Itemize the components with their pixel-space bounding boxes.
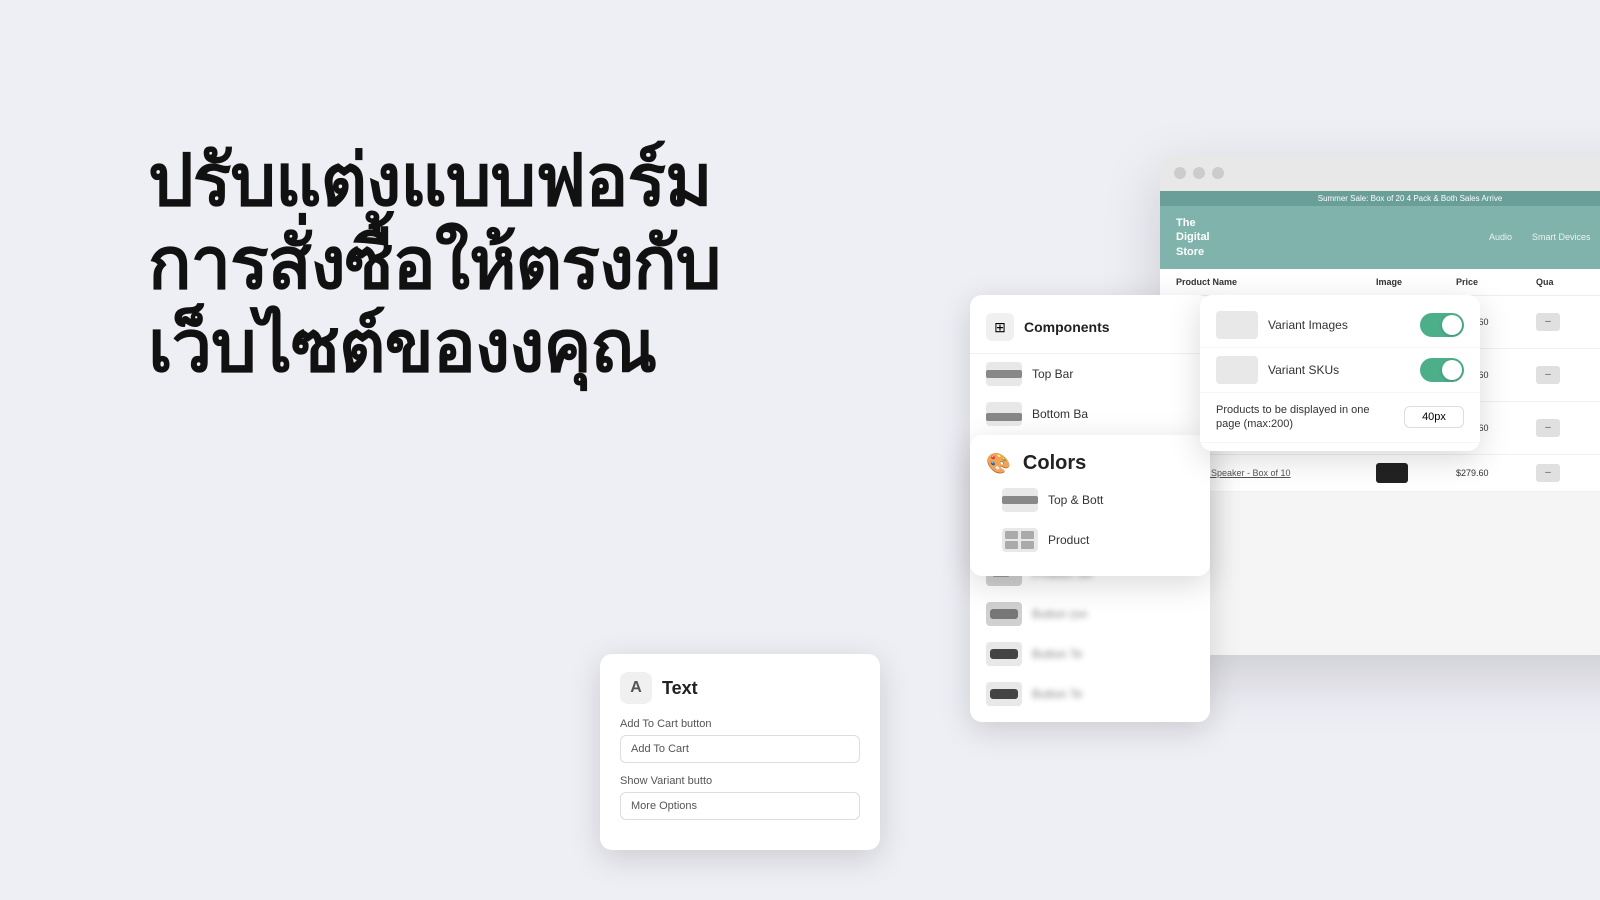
component-item-buttontext1[interactable]: Button Te: [970, 634, 1210, 674]
right-comp-label-variant-skus: Variant SKUs: [1268, 363, 1339, 377]
right-comp-variant-skus-left: Variant SKUs: [1216, 356, 1339, 384]
text-field-showvariant-group: Show Variant butto: [620, 775, 860, 832]
variant-skus-toggle-knob: [1442, 360, 1462, 380]
product-qty-4[interactable]: –: [1536, 464, 1560, 482]
colors-panel: 🎨 Colors Top & Bott Product: [970, 435, 1210, 576]
right-comp-variant-images: Variant Images: [1200, 303, 1480, 348]
store-logo: TheDigitalStore: [1176, 216, 1210, 259]
text-field-addtocart-group: Add To Cart button: [620, 718, 860, 775]
component-item-buttononhover[interactable]: Button (on: [970, 594, 1210, 634]
color-thumb-product: [1002, 528, 1038, 552]
colors-header: 🎨 Colors: [986, 451, 1194, 476]
color-label-product: Product: [1048, 533, 1089, 547]
hero-section: ปรับแต่งแบบฟอร์มการสั่งซื้อให้ตรงกับเว็บ…: [148, 140, 748, 388]
right-comp-label-products-per-page: Products to be displayed in one page (ma…: [1216, 403, 1386, 432]
component-thumb-buttontext2: [986, 682, 1022, 706]
hero-title: ปรับแต่งแบบฟอร์มการสั่งซื้อให้ตรงกับเว็บ…: [148, 140, 748, 388]
component-item-buttontext2[interactable]: Button Te: [970, 674, 1210, 714]
products-per-page-input[interactable]: [1404, 406, 1464, 428]
text-panel-title: Text: [662, 678, 698, 699]
right-comp-thumb-1: [1216, 311, 1258, 339]
component-label-bottombar: Bottom Ba: [1032, 407, 1088, 421]
colors-title: Colors: [1023, 452, 1086, 475]
col-price: Price: [1456, 277, 1536, 287]
store-header: TheDigitalStore Audio Smart Devices Smar…: [1160, 206, 1600, 269]
component-thumb-topbar: [986, 362, 1022, 386]
component-item-topbar[interactable]: Top Bar: [970, 354, 1210, 394]
product-qty-3[interactable]: –: [1536, 419, 1560, 437]
right-comp-label-variant-images: Variant Images: [1268, 318, 1348, 332]
store-nav: Audio Smart Devices Smart O: [1489, 232, 1600, 242]
color-item-product[interactable]: Product: [986, 520, 1194, 560]
variant-images-toggle[interactable]: [1420, 313, 1464, 337]
text-field-showvariant-label: Show Variant butto: [620, 775, 860, 787]
col-image: Image: [1376, 277, 1456, 287]
text-field-showvariant-input[interactable]: [620, 792, 860, 820]
component-label-buttononhover: Button (on: [1032, 607, 1087, 621]
col-product-name: Product Name: [1176, 277, 1376, 287]
component-thumb-buttononhover: [986, 602, 1022, 626]
variant-skus-toggle[interactable]: [1420, 358, 1464, 382]
text-field-addtocart-label: Add To Cart button: [620, 718, 860, 730]
product-price-4: $279.60: [1456, 468, 1536, 478]
browser-dot-3: [1212, 167, 1224, 179]
table-row: Outdoor Speaker - Box of 10 $279.60 –: [1160, 455, 1600, 492]
color-item-topbottom[interactable]: Top & Bott: [986, 480, 1194, 520]
col-qty: Qua: [1536, 277, 1596, 287]
right-comp-variant-images-left: Variant Images: [1216, 311, 1348, 339]
text-panel-header: A Text: [620, 672, 860, 704]
product-image-4: [1376, 463, 1408, 483]
components-icon: ⊞: [986, 313, 1014, 341]
right-comp-products-per-page: Products to be displayed in one page (ma…: [1200, 393, 1480, 443]
colors-icon: 🎨: [986, 451, 1011, 476]
color-thumb-topbottom: [1002, 488, 1038, 512]
browser-dot-1: [1174, 167, 1186, 179]
browser-dot-2: [1193, 167, 1205, 179]
product-qty-2[interactable]: –: [1536, 366, 1560, 384]
text-icon: A: [620, 672, 652, 704]
text-field-addtocart-input[interactable]: [620, 735, 860, 763]
store-promo-bar: Summer Sale: Box of 20 4 Pack & Both Sal…: [1160, 191, 1600, 206]
text-panel: A Text Add To Cart button Show Variant b…: [600, 654, 880, 850]
right-comp-thumb-2: [1216, 356, 1258, 384]
component-label-buttontext2: Button Te: [1032, 687, 1082, 701]
component-label-topbar: Top Bar: [1032, 367, 1073, 381]
product-qty-1[interactable]: –: [1536, 313, 1560, 331]
components-header: ⊞ Components: [970, 303, 1210, 354]
store-nav-smart: Smart Devices: [1532, 232, 1591, 242]
component-thumb-bottombar: [986, 402, 1022, 426]
component-thumb-buttontext1: [986, 642, 1022, 666]
components-title: Components: [1024, 319, 1110, 335]
component-item-bottombar[interactable]: Bottom Ba: [970, 394, 1210, 434]
component-label-buttontext1: Button Te: [1032, 647, 1082, 661]
variant-images-toggle-knob: [1442, 315, 1462, 335]
color-label-topbottom: Top & Bott: [1048, 493, 1103, 507]
right-components-panel: Variant Images Variant SKUs Products to …: [1200, 295, 1480, 451]
store-nav-audio: Audio: [1489, 232, 1512, 242]
browser-titlebar: [1160, 155, 1600, 191]
right-comp-variant-skus: Variant SKUs: [1200, 348, 1480, 393]
store-table-header: Product Name Image Price Qua: [1160, 269, 1600, 296]
